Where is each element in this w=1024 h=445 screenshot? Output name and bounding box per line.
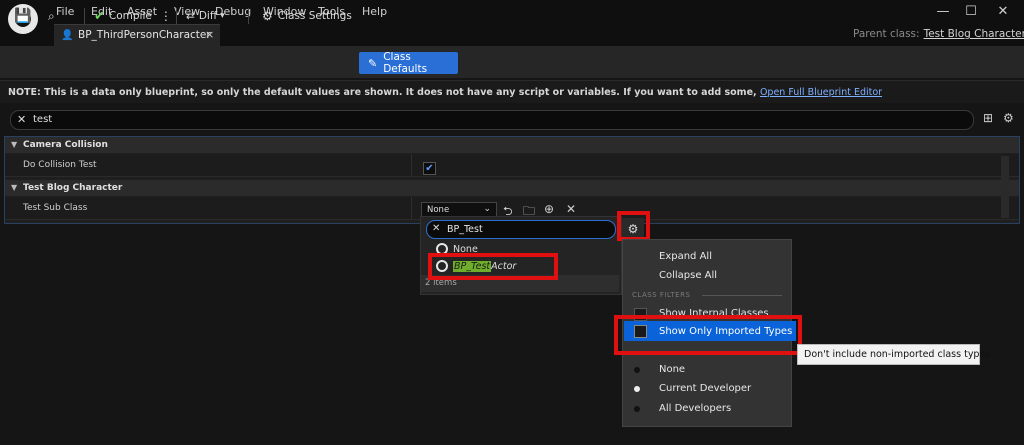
settings-gear-icon[interactable]: ⚙: [1003, 111, 1014, 125]
scrollbar[interactable]: [1001, 156, 1009, 218]
toolbar-separator: [248, 8, 249, 24]
category-test-blog-character[interactable]: ▼ Test Blog Character: [5, 180, 1019, 196]
class-picker-search-input[interactable]: ✕ BP_Test: [426, 220, 616, 239]
picker-search-value: BP_Test: [447, 224, 483, 235]
open-full-editor-link[interactable]: Open Full Blueprint Editor: [760, 87, 882, 98]
highlight-box: [617, 211, 650, 241]
toolbar-separator: [84, 8, 85, 24]
combo-value: None: [427, 205, 450, 215]
tooltip: Don't include non-imported class types.: [797, 344, 993, 365]
menu-item-all-developers[interactable]: All Developers: [659, 403, 731, 414]
menu-help[interactable]: Help: [362, 5, 387, 18]
menu-item-collapse-all[interactable]: Collapse All: [659, 270, 717, 281]
column-divider[interactable]: [411, 154, 412, 176]
class-defaults-button[interactable]: ✎ Class Defaults: [359, 51, 458, 75]
person-icon: 👤: [61, 30, 74, 41]
category-label: Camera Collision: [23, 140, 108, 150]
parent-class: Parent class: Test Blog Character: [853, 28, 1024, 40]
diff-icon: ⇄: [186, 10, 195, 22]
view-options-table-icon[interactable]: ⊞: [983, 111, 993, 125]
toolbar-separator: [176, 8, 177, 24]
browse-icon[interactable]: ⌕: [48, 6, 55, 26]
clear-icon[interactable]: ✕: [566, 202, 576, 216]
tab-title: BP_ThirdPersonCharacter: [78, 29, 211, 41]
details-search-input[interactable]: ✕ test: [10, 110, 974, 130]
diff-button[interactable]: ⇄ Diff ▾: [186, 6, 225, 26]
add-icon[interactable]: ⊕: [544, 202, 554, 216]
menu-item-developer-none[interactable]: None: [659, 364, 685, 375]
maximize-button[interactable]: ☐: [962, 4, 980, 19]
close-window-button[interactable]: ✕: [994, 4, 1012, 19]
menu-divider: [702, 295, 782, 296]
clear-search-icon[interactable]: ✕: [17, 113, 26, 126]
column-divider[interactable]: [411, 197, 412, 219]
compile-check-icon: ✔: [94, 8, 105, 24]
minimize-button[interactable]: —: [934, 4, 952, 19]
radio-dot-icon[interactable]: [634, 367, 640, 373]
property-label: Test Sub Class: [23, 203, 88, 213]
diff-label: Diff: [198, 10, 218, 22]
highlight-box: [428, 253, 558, 280]
class-settings-label: Class Settings: [277, 10, 352, 22]
chevron-down-icon: ⌄: [483, 204, 491, 214]
menu-file[interactable]: File: [56, 5, 74, 18]
parent-class-link[interactable]: Test Blog Character: [924, 28, 1024, 40]
highlight-box: [614, 315, 802, 355]
radio-dot-icon[interactable]: [634, 386, 640, 392]
pencil-icon: ✎: [368, 56, 378, 70]
chevron-down-icon: ▾: [220, 11, 225, 21]
parent-class-label: Parent class:: [853, 28, 920, 40]
category-camera-collision[interactable]: ▼ Camera Collision: [5, 137, 1019, 153]
compile-options-icon[interactable]: ⋮: [160, 9, 172, 23]
property-row: Do Collision Test: [5, 154, 1019, 177]
tab-close-button[interactable]: ×: [205, 28, 214, 41]
collapse-arrow-icon: ▼: [11, 183, 18, 192]
do-collision-test-checkbox[interactable]: ✔: [423, 162, 436, 175]
tooltip-text: Don't include non-imported class types.: [804, 349, 994, 360]
note-bar: NOTE: This is a data only blueprint, so …: [0, 80, 1024, 103]
compile-label: Compile: [108, 10, 152, 22]
class-defaults-label: Class Defaults: [383, 51, 428, 75]
gear-icon: ⚙: [262, 9, 273, 23]
menu-section-label: CLASS FILTERS: [632, 291, 691, 299]
property-label: Do Collision Test: [23, 160, 97, 170]
radio-dot-icon[interactable]: [634, 406, 640, 412]
save-icon[interactable]: 💾: [14, 6, 31, 26]
clear-search-icon[interactable]: ✕: [432, 223, 440, 234]
collapse-arrow-icon: ▼: [11, 140, 18, 149]
menu-item-expand-all[interactable]: Expand All: [659, 251, 712, 262]
note-text: NOTE: This is a data only blueprint, so …: [8, 87, 757, 98]
class-settings-button[interactable]: ⚙ Class Settings: [262, 6, 352, 26]
category-label: Test Blog Character: [23, 183, 123, 193]
search-value: test: [33, 114, 53, 125]
toolbar: [0, 46, 1024, 78]
asset-tab[interactable]: 👤 BP_ThirdPersonCharacter ×: [54, 24, 220, 47]
menu-item-current-developer[interactable]: Current Developer: [659, 383, 751, 394]
compile-button[interactable]: ✔ Compile ⋮: [94, 6, 172, 26]
